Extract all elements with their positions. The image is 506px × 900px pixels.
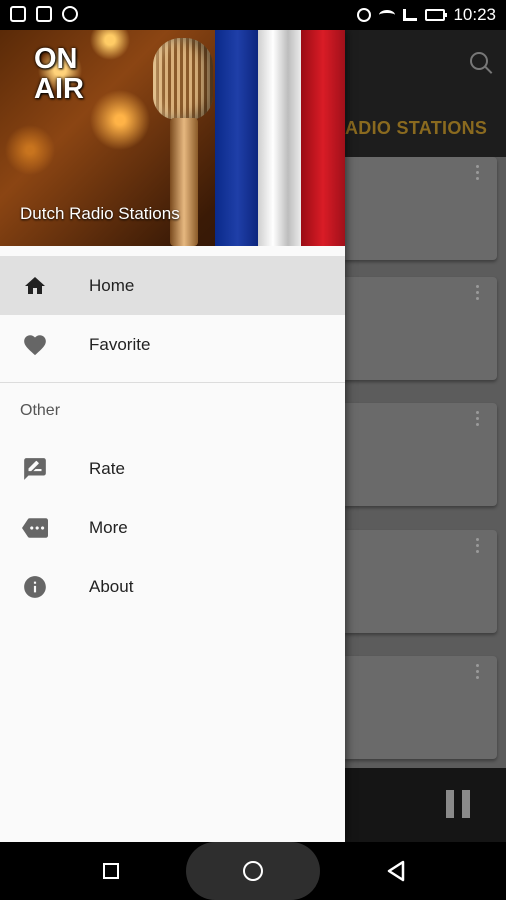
status-bar: 10:23: [0, 0, 506, 30]
app-title: ADIO STATIONS: [345, 118, 488, 138]
menu-item-favorite[interactable]: Favorite: [0, 315, 345, 374]
status-time: 10:23: [453, 5, 496, 24]
section-header-other: Other: [20, 402, 61, 419]
menu-item-label: Home: [89, 275, 135, 295]
navigation-drawer: ON AIR Dutch Radio Stations Home Favorit…: [0, 30, 345, 842]
overflow-menu-icon[interactable]: [476, 165, 479, 181]
circle-icon: [243, 861, 263, 881]
menu-item-label: Favorite: [89, 334, 151, 354]
drawer-title: Dutch Radio Stations: [20, 204, 180, 223]
system-navigation-bar: [0, 842, 506, 900]
station-card[interactable]: [345, 656, 497, 759]
menu-item-label: More: [89, 517, 128, 537]
overflow-menu-icon[interactable]: [476, 411, 479, 427]
mini-player: [345, 768, 506, 842]
home-icon: [22, 273, 48, 299]
info-icon: [22, 574, 48, 600]
menu-item-more[interactable]: More: [0, 498, 345, 557]
signal-icon: [403, 9, 418, 21]
on-air-badge: ON AIR: [34, 43, 84, 105]
overflow-menu-icon[interactable]: [476, 285, 479, 301]
drawer-header: ON AIR Dutch Radio Stations: [0, 30, 345, 246]
back-button[interactable]: [366, 842, 426, 900]
station-card[interactable]: [345, 403, 497, 506]
station-card[interactable]: [345, 157, 497, 260]
pause-icon[interactable]: [446, 790, 470, 818]
menu-item-label: About: [89, 576, 134, 596]
rate-review-icon: [22, 456, 48, 482]
france-flag-image: [215, 30, 345, 246]
gallery-notification-icon: [10, 6, 26, 22]
square-icon: [103, 863, 119, 879]
search-icon[interactable]: [470, 52, 488, 70]
battery-icon: [425, 9, 448, 21]
radio-notification-icon: [62, 6, 78, 22]
station-card[interactable]: [345, 277, 497, 380]
microphone-image: [153, 38, 213, 120]
alarm-icon: [357, 8, 372, 22]
station-card[interactable]: [345, 530, 497, 633]
overflow-menu-icon[interactable]: [476, 664, 479, 680]
menu-item-about[interactable]: About: [0, 557, 345, 616]
overflow-menu-icon[interactable]: [476, 538, 479, 554]
menu-item-home[interactable]: Home: [0, 256, 345, 315]
back-triangle-icon: [387, 860, 405, 882]
menu-item-rate[interactable]: Rate: [0, 439, 345, 498]
recents-button[interactable]: [81, 842, 141, 900]
station-list: [345, 157, 506, 768]
home-button[interactable]: [223, 842, 283, 900]
more-tag-icon: [22, 515, 48, 541]
heart-icon: [22, 332, 48, 358]
menu-item-label: Rate: [89, 458, 125, 478]
image-notification-icon: [36, 6, 52, 22]
wifi-icon: [379, 10, 396, 20]
